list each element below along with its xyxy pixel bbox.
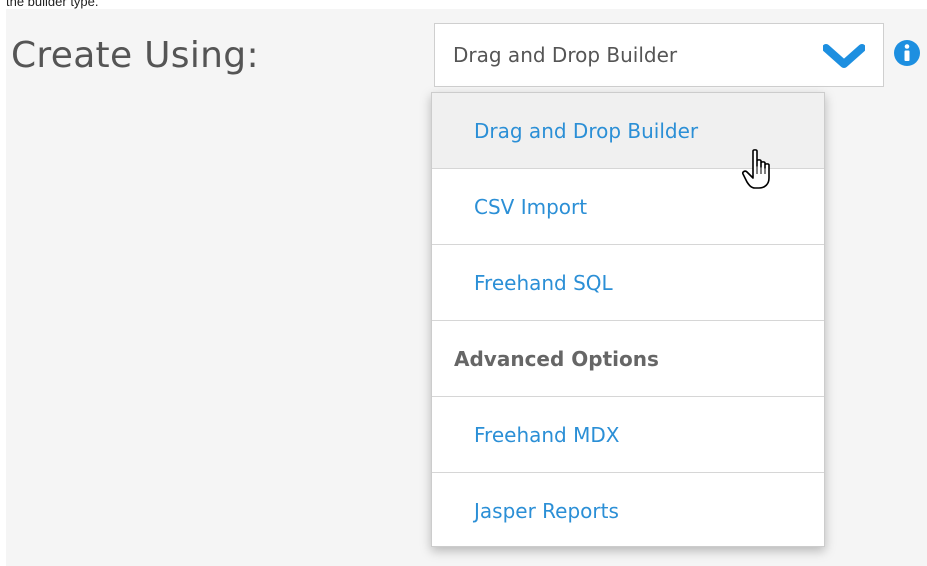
- select-value: Drag and Drop Builder: [453, 43, 678, 67]
- group-advanced-options: Advanced Options: [432, 321, 824, 397]
- create-using-label: Create Using:: [11, 35, 259, 76]
- chevron-down-icon[interactable]: [823, 44, 865, 70]
- option-jasper-reports[interactable]: Jasper Reports: [432, 473, 824, 549]
- create-panel: Create Using: Drag and Drop Builder Drag…: [6, 9, 927, 566]
- builder-select[interactable]: Drag and Drop Builder: [434, 23, 884, 87]
- option-freehand-sql[interactable]: Freehand SQL: [432, 245, 824, 321]
- option-freehand-mdx[interactable]: Freehand MDX: [432, 397, 824, 473]
- caption-text: the builder type.: [6, 0, 99, 9]
- hand-pointer-icon: [742, 149, 770, 189]
- info-icon[interactable]: [893, 39, 921, 67]
